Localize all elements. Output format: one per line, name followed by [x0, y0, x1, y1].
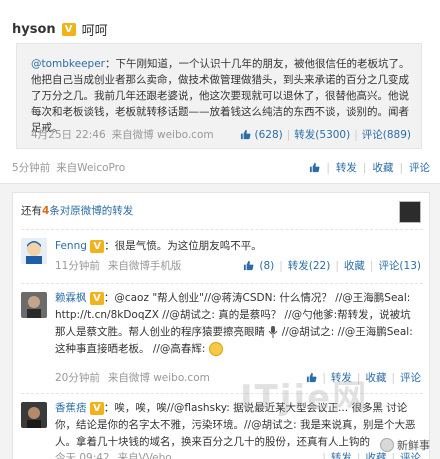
comment-button[interactable]: 评论: [409, 160, 430, 175]
divider: |: [322, 451, 326, 459]
repost-text: Fenng V ：很是气愤。为这位朋友鸣不平。: [55, 238, 421, 255]
repost-author[interactable]: 赖霖枫: [55, 292, 87, 304]
favorite-button[interactable]: 收藏: [344, 258, 365, 273]
avatar[interactable]: [21, 238, 47, 264]
more-prefix: 还有: [21, 205, 42, 217]
repost-list: 还有4条对原微博的转发 Fenng V ：很是气愤。为这位朋友鸣不平。 11分钟…: [12, 192, 430, 459]
post-header: hyson V 呵呵: [12, 20, 108, 39]
repost-time[interactable]: 11分钟前: [55, 258, 100, 273]
quoted-time[interactable]: 4月25日 22:46: [31, 127, 106, 142]
more-reposts-link[interactable]: 还有4条对原微博的转发: [21, 203, 133, 218]
quoted-post-body: @tombkeeper：下午刚知道，一个认识十几年的朋友，被他很信任的老板坑了。…: [31, 56, 411, 136]
like-count[interactable]: (8): [259, 260, 274, 272]
repost-time[interactable]: 20分钟前: [55, 370, 100, 385]
more-suffix: 条对原微博的转发: [49, 205, 134, 217]
smiley-icon: [208, 342, 223, 356]
divider: |: [399, 161, 403, 174]
watermark-credit: 新鲜事: [380, 437, 430, 453]
repost-section: 还有4条对原微博的转发 Fenng V ：很是气愤。为这位朋友鸣不平。 11分钟…: [0, 183, 440, 459]
verified-badge-icon: V: [89, 292, 104, 305]
thumbs-up-icon[interactable]: [306, 372, 317, 383]
comment-button[interactable]: 评论(13): [378, 258, 421, 273]
divider: |: [354, 128, 358, 141]
repost-meta: 今天 09:42 来自VVebo | 转发 | 收藏 | 评论: [55, 450, 421, 459]
quoted-author-mention[interactable]: @tombkeeper: [31, 58, 105, 70]
watermark-credit-text: 新鲜事: [397, 439, 430, 452]
repost-text: 香蕉痞 V ：唉，唉，唉//@flashsky: 据说最近某大型会议正... 很多…: [55, 400, 421, 451]
quoted-source[interactable]: 来自微博 weibo.com: [112, 127, 214, 142]
quoted-comment-button[interactable]: 评论(889): [362, 127, 411, 142]
avatar-photo-icon: [21, 292, 47, 318]
divider: |: [362, 161, 367, 174]
quoted-post-meta: 4月25日 22:46 来自微博 weibo.com (628) | 转发(53…: [31, 127, 411, 142]
favorite-button[interactable]: 收藏: [365, 370, 386, 385]
repost-source[interactable]: 来自微博 weibo.com: [108, 370, 210, 385]
repost-actions: | 转发 | 收藏 | 评论: [306, 370, 421, 385]
repost-source[interactable]: 来自微博手机版: [108, 258, 182, 273]
divider: |: [356, 371, 361, 384]
verified-badge-icon: V: [61, 22, 76, 36]
repost-source[interactable]: 来自VVebo: [118, 450, 172, 459]
avatar-photo-icon: [21, 402, 47, 428]
repost-meta: 11分钟前 来自微博手机版 (8) | 转发(22) | 收藏 | 评论(13): [55, 258, 421, 273]
avatar[interactable]: [399, 201, 421, 223]
thumbs-up-icon[interactable]: [309, 162, 320, 173]
repost-item: 赖霖枫 V ：@caoz "帮人创业"//@蒋涛CSDN: 什么情况？ //@王海…: [21, 283, 423, 387]
repost-item: Fenng V ：很是气愤。为这位朋友鸣不平。 11分钟前 来自微博手机版 (8)…: [21, 229, 423, 275]
repost-content: ：唉，唉，唉//@flashsky: 据说最近某大型会议正... 很多黑 讨论你…: [55, 402, 416, 448]
repost-author[interactable]: 香蕉痞: [55, 402, 87, 414]
divider: |: [335, 259, 339, 272]
quoted-repost-button[interactable]: 转发(5300): [294, 127, 350, 142]
quoted-actions: (628) | 转发(5300) | 评论(889): [240, 127, 411, 142]
divider: |: [391, 371, 395, 384]
repost-button[interactable]: 转发: [336, 160, 357, 175]
repost-author[interactable]: Fenng: [55, 240, 87, 252]
repost-meta: 20分钟前 来自微博 weibo.com | 转发 | 收藏 | 评论: [55, 370, 421, 385]
author-name[interactable]: hyson: [12, 22, 56, 37]
verified-badge-icon: V: [89, 402, 104, 415]
repost-time[interactable]: 今天 09:42: [55, 450, 110, 459]
weibo-post-page: hyson V 呵呵 @tombkeeper：下午刚知道，一个认识十几年的朋友，…: [0, 0, 440, 459]
divider: |: [369, 259, 374, 272]
avatar[interactable]: [21, 292, 47, 318]
microphone-icon: [268, 326, 278, 338]
repost-button[interactable]: 转发: [331, 370, 352, 385]
post-actions: | 转发 | 收藏 | 评论: [309, 160, 430, 175]
repost-button[interactable]: 转发: [331, 450, 352, 459]
post-time[interactable]: 5分钟前: [12, 160, 50, 175]
avatar[interactable]: [21, 402, 47, 428]
repost-button[interactable]: 转发(22): [288, 258, 331, 273]
favorite-button[interactable]: 收藏: [372, 160, 393, 175]
divider: |: [286, 128, 291, 141]
post-meta: 5分钟前 来自WeicoPro | 转发 | 收藏 | 评论: [12, 160, 430, 175]
thumbs-up-icon[interactable]: [243, 260, 254, 271]
divider: |: [279, 259, 283, 272]
repost-content: ：很是气愤。为这位朋友鸣不平。: [104, 240, 262, 252]
repost-item: 香蕉痞 V ：唉，唉，唉//@flashsky: 据说最近某大型会议正... 很多…: [21, 393, 423, 459]
post-source[interactable]: 来自WeicoPro: [56, 160, 125, 175]
repost-text: 赖霖枫 V ：@caoz "帮人创业"//@蒋涛CSDN: 什么情况？ //@王海…: [55, 290, 421, 358]
avatar-fenng-icon: [21, 238, 47, 264]
thumbs-up-icon[interactable]: [240, 129, 251, 140]
post-text: 呵呵: [81, 23, 108, 39]
divider: |: [326, 161, 330, 174]
weibo-logo-icon: [380, 438, 394, 452]
post-card: hyson V 呵呵 @tombkeeper：下午刚知道，一个认识十几年的朋友，…: [0, 0, 440, 183]
verified-badge-icon: V: [90, 240, 105, 253]
divider: |: [322, 371, 326, 384]
divider: |: [356, 451, 361, 459]
quoted-like-count[interactable]: (628): [255, 129, 283, 141]
comment-button[interactable]: 评论: [400, 370, 421, 385]
quoted-post: @tombkeeper：下午刚知道，一个认识十几年的朋友，被他很信任的老板坑了。…: [16, 43, 422, 149]
repost-actions: (8) | 转发(22) | 收藏 | 评论(13): [243, 258, 421, 273]
